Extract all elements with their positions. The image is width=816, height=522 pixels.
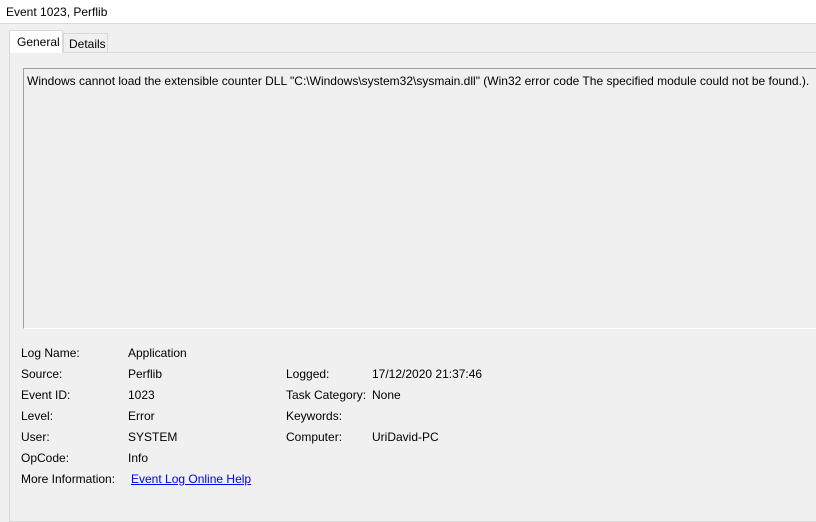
tab-general[interactable]: General <box>9 30 63 53</box>
event-message-box[interactable]: Windows cannot load the extensible count… <box>23 68 816 329</box>
source-value: Perflib <box>128 367 163 381</box>
log-name-value: Application <box>128 346 187 360</box>
event-id-label: Event ID: <box>21 388 71 402</box>
title-bar: Event 1023, Perflib <box>0 0 816 24</box>
source-label: Source: <box>21 367 63 381</box>
window-title: Event 1023, Perflib <box>6 5 108 19</box>
opcode-value: Info <box>128 451 149 465</box>
computer-label: Computer: <box>286 430 343 444</box>
user-label: User: <box>21 430 50 444</box>
more-information-label: More Information: <box>21 472 116 486</box>
task-category-label: Task Category: <box>286 388 367 402</box>
level-value: Error <box>128 409 155 423</box>
tab-details[interactable]: Details <box>63 33 108 53</box>
log-name-label: Log Name: <box>21 346 80 360</box>
opcode-label: OpCode: <box>21 451 70 465</box>
event-log-online-help-link[interactable]: Event Log Online Help <box>131 472 251 486</box>
event-id-value: 1023 <box>128 388 155 402</box>
task-category-value: None <box>372 388 401 402</box>
computer-value: UriDavid-PC <box>372 430 439 444</box>
logged-value: 17/12/2020 21:37:46 <box>372 367 483 381</box>
keywords-label: Keywords: <box>286 409 343 423</box>
event-message-text: Windows cannot load the extensible count… <box>27 74 810 88</box>
level-label: Level: <box>21 409 54 423</box>
user-value: SYSTEM <box>128 430 178 444</box>
logged-label: Logged: <box>286 367 330 381</box>
